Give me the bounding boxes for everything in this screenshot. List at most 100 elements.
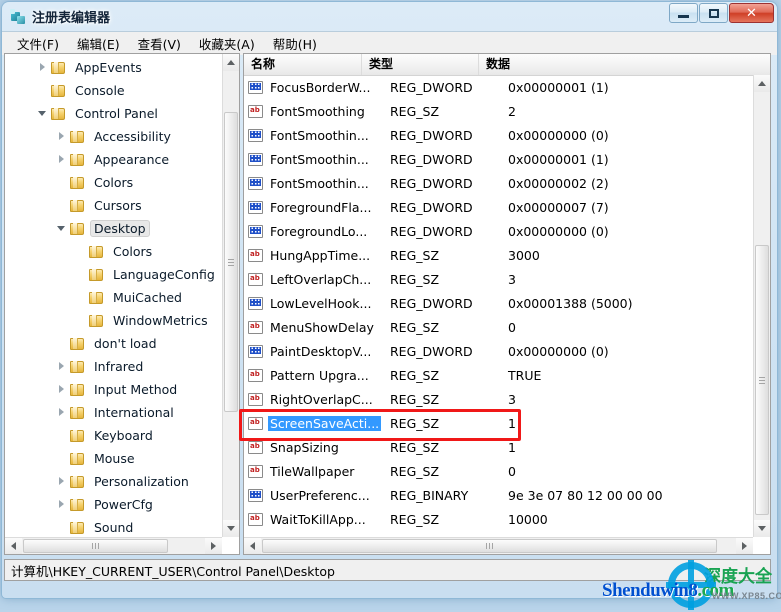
value-name-text: ScreenSaveActi... <box>268 415 382 431</box>
expand-arrow-icon[interactable] <box>38 108 49 119</box>
menu-help[interactable]: 帮助(H) <box>264 32 326 55</box>
tree-item-input-method[interactable]: Input Method <box>5 378 222 401</box>
maximize-button[interactable] <box>699 3 728 23</box>
list-scroll-thumb[interactable] <box>755 245 769 515</box>
value-row[interactable]: LeftOverlapCh... REG_SZ 3 <box>244 267 753 291</box>
collapse-arrow-icon[interactable] <box>38 62 49 73</box>
tree-vertical-scrollbar[interactable] <box>222 54 239 537</box>
value-name-text: Wallpaper <box>268 536 335 537</box>
list-hscroll-thumb[interactable] <box>262 539 717 553</box>
collapse-arrow-icon[interactable] <box>57 476 68 487</box>
tree-scroll-up-button[interactable] <box>223 54 239 71</box>
value-row[interactable]: FontSmoothin... REG_DWORD 0x00000001 (1) <box>244 147 753 171</box>
tree-item-personalization[interactable]: Personalization <box>5 470 222 493</box>
value-row[interactable]: PaintDesktopV... REG_DWORD 0x00000000 (0) <box>244 339 753 363</box>
title-bar[interactable]: 注册表编辑器 ✕ <box>2 2 777 31</box>
tree-item-don-t-load[interactable]: don't load <box>5 332 222 355</box>
string-value-icon <box>248 248 263 262</box>
menu-file[interactable]: 文件(F) <box>8 32 68 55</box>
value-data-cell: 0 <box>508 319 516 335</box>
tree-item-label: Infrared <box>94 359 144 374</box>
value-row[interactable]: FocusBorderW... REG_DWORD 0x00000001 (1) <box>244 75 753 99</box>
value-row[interactable]: ScreenSaveActi... REG_SZ 1 <box>244 411 753 435</box>
tree-item-powercfg[interactable]: PowerCfg <box>5 493 222 516</box>
tree-item-colors[interactable]: Colors <box>5 171 222 194</box>
tree-item-label: LanguageConfig <box>113 267 215 282</box>
value-row[interactable]: FontSmoothin... REG_DWORD 0x00000002 (2) <box>244 171 753 195</box>
string-value-icon <box>248 368 263 382</box>
tree-item-colors[interactable]: Colors <box>5 240 222 263</box>
tree-item-mouse[interactable]: Mouse <box>5 447 222 470</box>
menu-view[interactable]: 查看(V) <box>129 32 190 55</box>
value-row[interactable]: LowLevelHook... REG_DWORD 0x00001388 (5000… <box>244 291 753 315</box>
value-row[interactable]: MenuShowDelay REG_SZ 0 <box>244 315 753 339</box>
tree-item-windowmetrics[interactable]: WindowMetrics <box>5 309 222 332</box>
tree-item-appearance[interactable]: Appearance <box>5 148 222 171</box>
tree-item-accessibility[interactable]: Accessibility <box>5 125 222 148</box>
list-scroll-right-button[interactable] <box>736 538 753 554</box>
list-horizontal-scrollbar[interactable] <box>244 537 753 554</box>
value-row[interactable]: WaitToKillApp... REG_SZ 10000 <box>244 507 753 531</box>
collapse-arrow-icon[interactable] <box>57 131 68 142</box>
value-type-cell: REG_DWORD <box>390 127 473 143</box>
value-row[interactable]: Wallpaper REG_SZC:\Users\Administrator\Ap… <box>244 531 753 537</box>
list-scroll-down-button[interactable] <box>754 520 770 537</box>
value-name-cell: Pattern Upgra... <box>268 368 386 383</box>
tree-item-languageconfig[interactable]: LanguageConfig <box>5 263 222 286</box>
collapse-arrow-icon[interactable] <box>57 407 68 418</box>
close-button[interactable]: ✕ <box>729 3 774 23</box>
collapse-arrow-icon[interactable] <box>57 499 68 510</box>
value-row[interactable]: RightOverlapC... REG_SZ 3 <box>244 387 753 411</box>
menu-edit[interactable]: 编辑(E) <box>68 32 129 55</box>
tree-item-cursors[interactable]: Cursors <box>5 194 222 217</box>
value-row[interactable]: FontSmoothing REG_SZ 2 <box>244 99 753 123</box>
tree-item-infrared[interactable]: Infrared <box>5 355 222 378</box>
column-header-name[interactable]: 名称 <box>244 54 362 75</box>
tree-horizontal-scrollbar[interactable] <box>5 537 222 554</box>
chevron-down-icon <box>227 526 235 531</box>
expand-arrow-icon[interactable] <box>57 223 68 234</box>
tree-item-control-panel[interactable]: Control Panel <box>5 102 222 125</box>
tree-item-muicached[interactable]: MuiCached <box>5 286 222 309</box>
value-type-cell: REG_DWORD <box>390 343 473 359</box>
tree-item-console[interactable]: Console <box>5 79 222 102</box>
tree-scroll-down-button[interactable] <box>223 520 239 537</box>
value-name-cell: MenuShowDelay <box>268 320 386 335</box>
value-row[interactable]: TileWallpaper REG_SZ 0 <box>244 459 753 483</box>
value-row[interactable]: ForegroundLo... REG_DWORD 0x00000000 (0) <box>244 219 753 243</box>
tree-item-appevents[interactable]: AppEvents <box>5 56 222 79</box>
tree-item-desktop[interactable]: Desktop <box>5 217 222 240</box>
tree-item-keyboard[interactable]: Keyboard <box>5 424 222 447</box>
tree-item-international[interactable]: International <box>5 401 222 424</box>
value-row[interactable]: Pattern Upgra... REG_SZ TRUE <box>244 363 753 387</box>
column-header-type[interactable]: 类型 <box>362 54 479 75</box>
collapse-arrow-icon[interactable] <box>57 361 68 372</box>
collapse-arrow-icon[interactable] <box>57 154 68 165</box>
tree-scroll-right-button[interactable] <box>205 538 222 554</box>
tree-hscroll-thumb[interactable] <box>23 539 168 553</box>
minimize-button[interactable] <box>669 3 698 23</box>
registry-values-list[interactable]: FocusBorderW...REG_DWORD0x00000001 (1)Fo… <box>244 75 753 536</box>
value-row[interactable]: UserPreferenc... REG_BINARY 9e 3e 07 80 12… <box>244 483 753 507</box>
tree-item-label: don't load <box>94 336 157 351</box>
value-row[interactable]: ForegroundFla... REG_DWORD 0x00000007 (7) <box>244 195 753 219</box>
value-row[interactable]: HungAppTime... REG_SZ 3000 <box>244 243 753 267</box>
value-name-text: FontSmoothin... <box>270 151 369 167</box>
registry-tree[interactable]: AppEvents Console Control Panel Accessibili… <box>5 54 222 536</box>
maximize-icon <box>708 8 719 18</box>
tree-scroll-left-button[interactable] <box>5 538 22 554</box>
column-header-data[interactable]: 数据 <box>479 54 770 75</box>
list-vertical-scrollbar[interactable] <box>753 75 770 537</box>
list-scroll-up-button[interactable] <box>754 75 770 92</box>
tree-item-label: Desktop <box>90 220 150 237</box>
chevron-right-icon <box>742 542 747 550</box>
value-row[interactable]: SnapSizing REG_SZ 1 <box>244 435 753 459</box>
collapse-arrow-icon[interactable] <box>57 384 68 395</box>
list-scroll-left-button[interactable] <box>244 538 261 554</box>
tree-item-sound[interactable]: Sound <box>5 516 222 536</box>
tree-scroll-thumb[interactable] <box>224 112 238 412</box>
value-row[interactable]: FontSmoothin... REG_DWORD 0x00000000 (0) <box>244 123 753 147</box>
value-type-cell: REG_DWORD <box>390 175 473 191</box>
menu-favorites[interactable]: 收藏夹(A) <box>190 32 264 55</box>
value-name-cell: SnapSizing <box>268 440 386 455</box>
